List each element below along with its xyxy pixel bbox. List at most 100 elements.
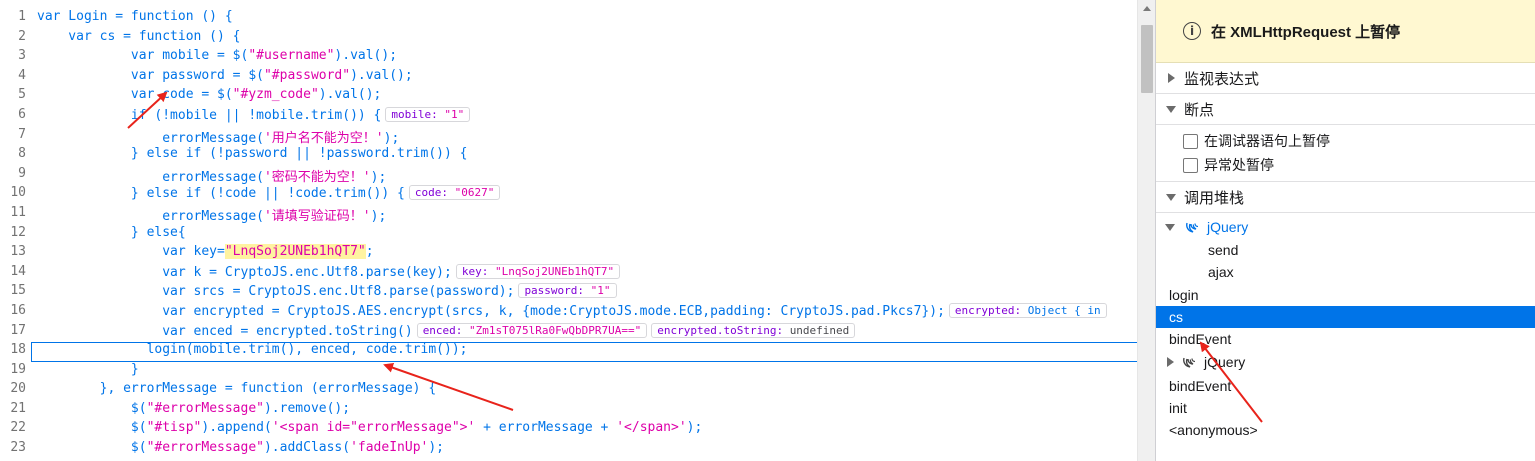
line-number[interactable]: 5 [0,87,31,107]
frame-label: bindEvent [1169,377,1232,394]
inline-preview-chip[interactable]: enced: "Zm1sT075lRa0FwQbDPR7UA==" [416,322,648,338]
code-line: var cs = function () { [37,28,241,44]
code-line: $("#tisp").append('<span id="errorMessag… [37,420,703,436]
call-stack-frame[interactable]: bindEvent [1156,374,1535,396]
line-number[interactable]: 3 [0,48,31,68]
code-line: var enced = encrypted.toString() enced: "… [37,322,1137,343]
code-line: errorMessage('密码不能为空！'); [37,169,387,185]
breakpoints-label: 断点 [1184,101,1215,119]
code-line: var code = $("#yzm_code").val(); [37,87,382,103]
line-number[interactable]: 20 [0,381,31,401]
inline-preview-chip[interactable]: password: "1" [518,283,617,299]
line-number[interactable]: 23 [0,440,31,460]
collapse-arrow-icon [1165,223,1175,231]
line-number[interactable]: 6 [0,107,31,127]
code-line: var encrypted = CryptoJS.AES.encrypt(src… [37,302,1137,323]
line-number[interactable]: 12 [0,225,31,245]
pause-on-exceptions-label: 异常处暂停 [1204,157,1274,173]
call-stack-group-jquery[interactable]: jQuery [1156,215,1535,239]
inline-preview-chip[interactable]: key: "LnqSoj2UNEb1hQT7" [455,263,621,279]
frame-label: init [1169,399,1187,416]
line-number[interactable]: 17 [0,323,31,343]
debugger-side-panel: i 在 XMLHttpRequest 上暂停 监视表达式 断点 在调试器语句上暂… [1155,0,1535,461]
line-number[interactable]: 2 [0,29,31,49]
call-stack-frame-selected[interactable]: cs [1156,305,1535,329]
info-icon: i [1183,22,1201,40]
code-line: } [37,361,139,377]
call-stack-group-label: jQuery [1207,219,1249,235]
frame-label: bindEvent [1169,331,1232,348]
code-line: } else if (!password || !password.trim()… [37,146,468,162]
call-stack-frame[interactable]: <anonymous> [1156,419,1535,441]
expand-arrow-icon [1168,73,1175,83]
frame-label: send [1208,242,1239,259]
line-number[interactable]: 10 [0,185,31,205]
call-stack-frame[interactable]: init [1156,397,1535,419]
call-stack-frame[interactable]: login [1156,284,1535,306]
code-line: } else if (!code || !code.trim()) {code:… [37,185,1137,205]
call-stack-header[interactable]: 调用堆栈 [1156,182,1535,213]
call-stack-group-label: jQuery [1204,354,1246,371]
line-number[interactable]: 14 [0,264,31,284]
code-lines[interactable]: var Login = function () { var cs = funct… [31,9,1147,460]
line-number[interactable]: 18 [0,342,31,362]
code-editor[interactable]: 1 2 3 4 5 6 7 8 9 10 11 12 13 14 15 16 17 18 19 20 21 22 23 va… [0,0,1155,461]
editor-scrollbar[interactable] [1137,0,1155,461]
scroll-thumb[interactable] [1141,25,1153,93]
pause-reason: 在 XMLHttpRequest 上暂停 [1211,23,1401,41]
scroll-up-icon[interactable] [1143,6,1151,11]
pause-banner: i 在 XMLHttpRequest 上暂停 [1156,0,1535,63]
call-stack-group-jquery-collapsed[interactable]: jQuery [1156,350,1535,374]
expand-arrow-icon [1167,357,1174,368]
line-number[interactable]: 8 [0,146,31,166]
line-number[interactable]: 16 [0,303,31,323]
line-number[interactable]: 19 [0,362,31,382]
pause-on-debugger-checkbox[interactable] [1183,133,1198,149]
code-line: }, errorMessage = function (errorMessage… [37,381,437,397]
code-line: errorMessage('用户名不能为空！'); [37,130,400,146]
pause-on-exceptions-checkbox[interactable] [1183,157,1198,173]
inline-preview-chip[interactable]: mobile: "1" [385,106,471,122]
line-number[interactable]: 1 [0,9,31,29]
code-line: if (!mobile || !mobile.trim()) {mobile: … [37,106,1137,127]
line-number[interactable]: 4 [0,68,31,88]
code-line: var password = $("#password").val(); [37,67,413,83]
line-number[interactable]: 22 [0,420,31,440]
jquery-icon [1183,358,1196,369]
call-stack-label: 调用堆栈 [1184,189,1245,207]
call-stack-frame[interactable]: bindEvent [1156,328,1535,350]
line-number[interactable]: 11 [0,205,31,225]
code-line: $("#errorMessage").addClass('fadeInUp'); [37,440,445,456]
code-line: var Login = function () { [37,9,233,24]
call-stack-frame[interactable]: ajax [1156,261,1535,283]
code-line: var srcs = CryptoJS.enc.Utf8.parse(passw… [37,283,1137,303]
line-number[interactable]: 13 [0,244,31,264]
code-line: var k = CryptoJS.enc.Utf8.parse(key); key… [37,263,1137,284]
code-line: errorMessage('请填写验证码！'); [37,208,387,224]
pause-on-debugger-label: 在调试器语句上暂停 [1204,133,1330,149]
pause-on-debugger-option[interactable]: 在调试器语句上暂停 [1156,129,1535,153]
code-line: $("#errorMessage").remove(); [37,400,351,416]
frame-label: ajax [1208,264,1234,281]
watch-expressions-label: 监视表达式 [1184,70,1260,88]
frame-label: cs [1169,309,1183,326]
inline-preview-chip[interactable]: encrypted.toString: undefined [651,322,856,338]
pause-on-exceptions-option[interactable]: 异常处暂停 [1156,153,1535,177]
line-number-gutter[interactable]: 1 2 3 4 5 6 7 8 9 10 11 12 13 14 15 16 17 18 19 20 21 22 23 [0,9,31,460]
frame-label: login [1169,286,1199,303]
jquery-icon [1186,222,1199,233]
inline-preview-chip[interactable]: code: "0627" [408,185,501,201]
watch-expressions-header[interactable]: 监视表达式 [1156,63,1535,94]
collapse-arrow-icon [1166,105,1176,113]
code-line-current: login(mobile.trim(), enced, code.trim())… [31,342,1147,362]
line-number[interactable]: 7 [0,127,31,147]
code-line: } else{ [37,224,186,240]
line-number[interactable]: 21 [0,401,31,421]
line-number[interactable]: 9 [0,166,31,186]
collapse-arrow-icon [1166,193,1176,201]
inline-preview-chip[interactable]: encrypted: Object { in [948,302,1107,318]
code-line: var key="LnqSoj2UNEb1hQT7"; [37,244,374,260]
breakpoints-header[interactable]: 断点 [1156,94,1535,125]
call-stack-frame[interactable]: send [1156,239,1535,261]
line-number[interactable]: 15 [0,283,31,303]
